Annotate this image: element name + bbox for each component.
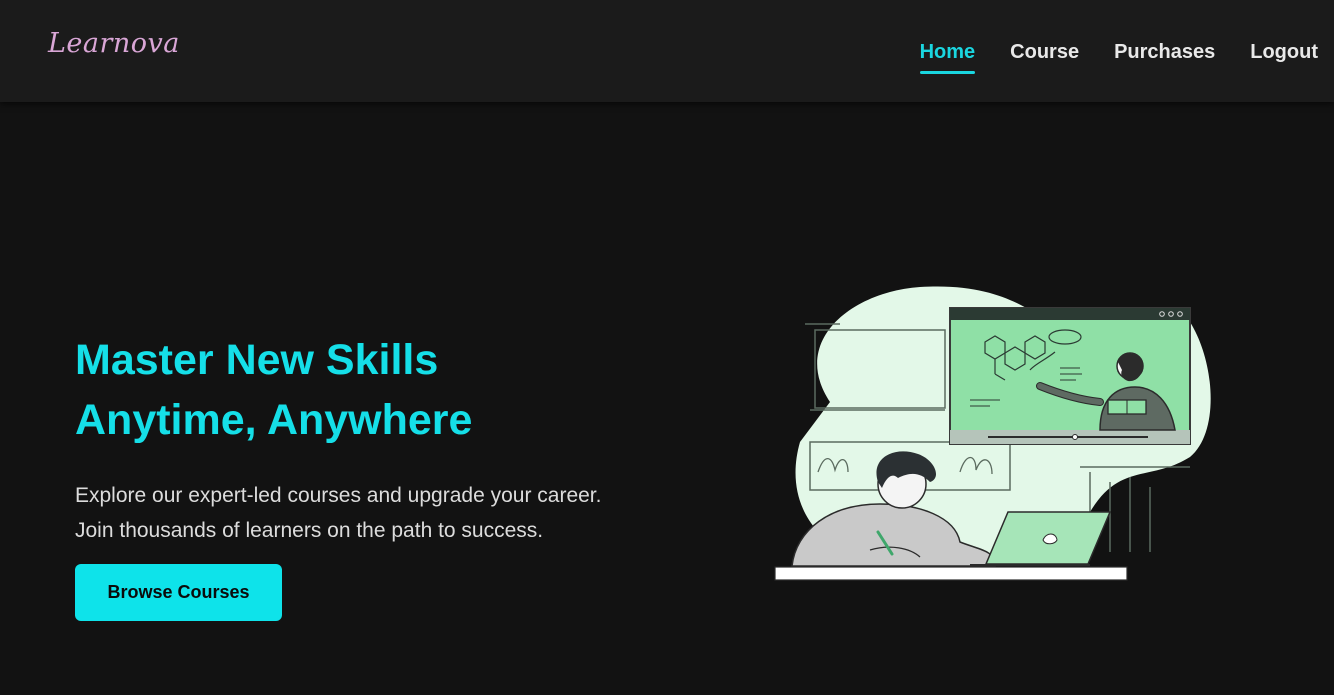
- nav-links: Home Course Purchases Logout: [919, 40, 1318, 74]
- hero-illustration: [774, 286, 1211, 581]
- hero-section: Master New Skills Anytime, Anywhere Expl…: [75, 330, 695, 548]
- desk: [774, 566, 1128, 581]
- video-player: [949, 307, 1191, 445]
- hero-headline-line2: Anytime, Anywhere: [75, 396, 473, 444]
- nav-course-link[interactable]: Course: [1010, 40, 1079, 70]
- nav-purchases-link[interactable]: Purchases: [1114, 40, 1215, 70]
- hero-headline-line1: Master New Skills: [75, 336, 439, 384]
- hero-headline: Master New Skills Anytime, Anywhere: [75, 330, 695, 450]
- hero-subtext: Explore our expert-led courses and upgra…: [75, 478, 695, 548]
- nav-home-link[interactable]: Home: [919, 40, 975, 74]
- browse-courses-button[interactable]: Browse Courses: [75, 564, 282, 621]
- hero-subtext-line2: Join thousands of learners on the path t…: [75, 519, 544, 542]
- nav-logout-link[interactable]: Logout: [1250, 40, 1318, 70]
- brand-logo[interactable]: Learnova: [48, 28, 180, 59]
- navbar: Learnova Home Course Purchases Logout: [0, 0, 1334, 102]
- hero-subtext-line1: Explore our expert-led courses and upgra…: [75, 484, 602, 507]
